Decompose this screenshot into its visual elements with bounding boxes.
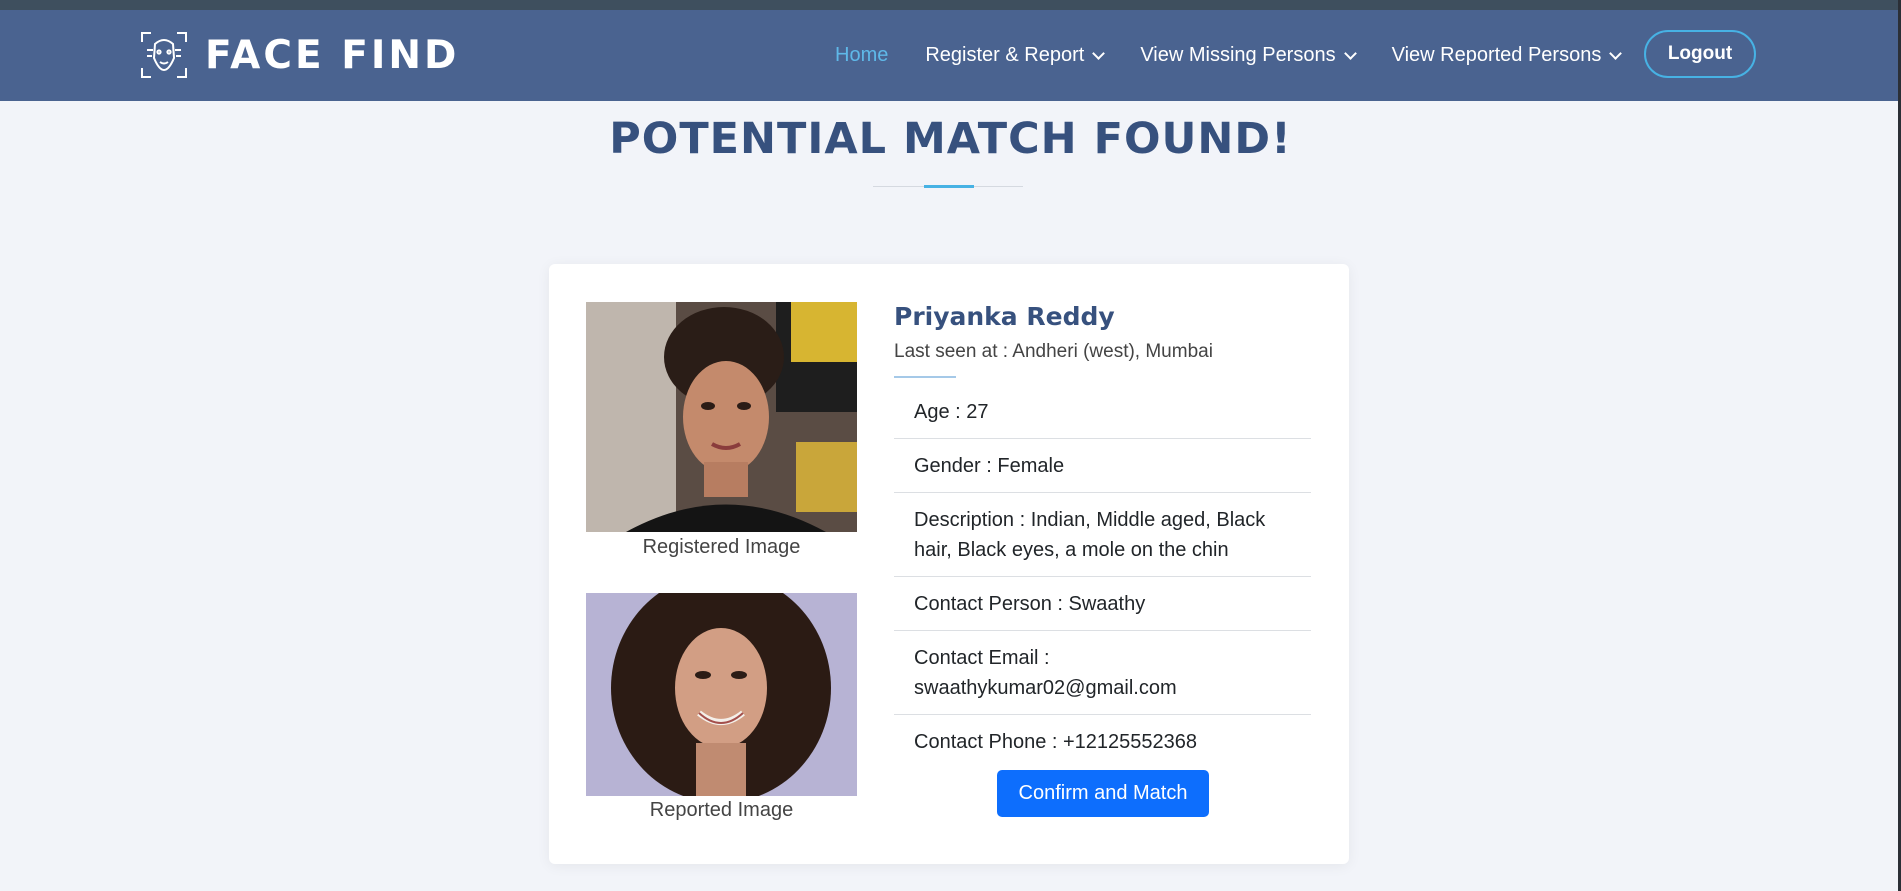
detail-contact-phone: Contact Phone : +12125552368 [914,731,1198,753]
registered-image-caption: Registered Image [642,536,801,558]
page-title: POTENTIAL MATCH FOUND! [609,114,1292,164]
chevron-down-icon [1343,46,1357,60]
brand[interactable]: FACE FIND [139,30,459,80]
face-scan-icon [141,32,187,78]
nav-view-missing-persons[interactable]: View Missing Persons [1140,44,1357,67]
details-list: Age : 27 Gender : Female Description : I… [894,385,1311,768]
navbar: FACE FIND Home Register & Report View Mi… [0,10,1898,101]
reported-image [586,593,857,796]
name-underline [894,376,956,378]
registered-image [586,302,857,532]
nav-register-report-label: Register & Report [925,44,1085,66]
last-seen-text: Last seen at : Andheri (west), Mumbai [894,341,1213,362]
detail-contact-email: Contact Email : swaathykumar02@gmail.com [894,631,1311,715]
confirm-and-match-button[interactable]: Confirm and Match [997,770,1209,817]
brand-name: FACE FIND [205,32,460,78]
nav-view-reported-persons[interactable]: View Reported Persons [1391,44,1623,67]
chevron-down-icon [1092,46,1106,60]
detail-age: Age : 27 [894,385,1311,439]
window-top-strip [0,0,1901,10]
reported-image-caption: Reported Image [649,799,794,821]
nav-view-reported-persons-label: View Reported Persons [1391,44,1602,66]
nav-home-label: Home [835,44,889,66]
logout-button[interactable]: Logout [1644,30,1756,78]
chevron-down-icon [1609,46,1623,60]
detail-gender: Gender : Female [894,439,1311,493]
detail-contact-person: Contact Person : Swaathy [894,577,1311,631]
nav-home[interactable]: Home [835,44,888,67]
nav-register-report[interactable]: Register & Report [925,44,1106,67]
detail-description: Description : Indian, Middle aged, Black… [894,493,1311,577]
match-card: Registered Image Reported Image Priyanka… [549,264,1349,864]
person-name: Priyanka Reddy [894,302,1115,331]
title-accent-line [924,185,974,188]
nav-view-missing-persons-label: View Missing Persons [1140,44,1336,66]
main-nav: Home Register & Report View Missing Pers… [835,10,1657,101]
